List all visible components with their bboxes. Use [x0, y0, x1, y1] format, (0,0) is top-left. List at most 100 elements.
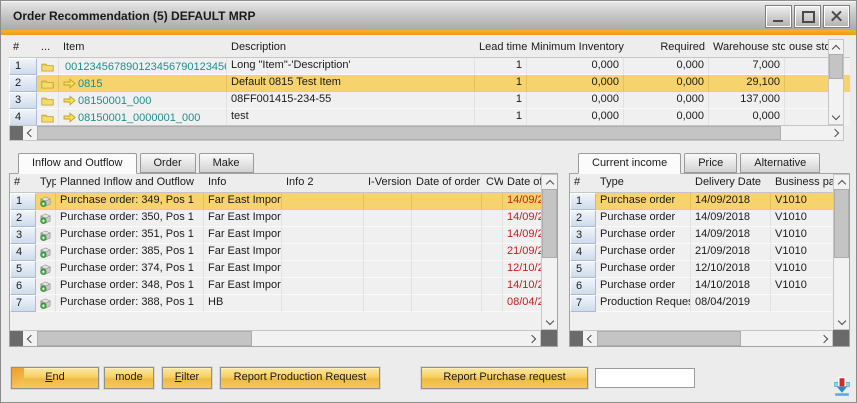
row-number-cell[interactable]: 4 [9, 109, 37, 126]
col-planned-inflow-outflow[interactable]: Planned Inflow and Outflow [56, 174, 204, 192]
col-warehouse-stock[interactable]: Warehouse stock [709, 39, 785, 57]
col-info[interactable]: Info [204, 174, 282, 192]
report-purchase-request-button[interactable]: Report Purchase request [421, 367, 588, 389]
row-number-cell[interactable]: 5 [10, 261, 36, 278]
scroll-right-arrow[interactable] [526, 331, 540, 346]
folder-icon[interactable] [41, 78, 54, 90]
table-row[interactable]: 1 0012345678901234567901234567901234 Lon… [9, 58, 850, 75]
scroll-right-arrow[interactable] [818, 331, 832, 346]
row-number-cell[interactable]: 1 [9, 58, 37, 75]
row-number-cell[interactable]: 1 [10, 193, 36, 210]
col-type[interactable]: Typ [36, 174, 56, 192]
row-number-cell[interactable]: 2 [570, 210, 596, 227]
scroll-up-arrow[interactable] [829, 40, 843, 54]
col-i-version[interactable]: I-Version [364, 174, 412, 192]
scroll-up-arrow[interactable] [542, 175, 557, 189]
col-type[interactable]: Type [596, 174, 691, 192]
inflow-row[interactable]: 6 Purchase order: 348, Pos 1 Far East Im… [10, 278, 557, 295]
income-row[interactable]: 3 Purchase order 14/09/2018 V1010 [570, 227, 849, 244]
filter-button[interactable]: Filter [162, 367, 212, 389]
row-number-cell[interactable]: 4 [10, 244, 36, 261]
folder-icon[interactable] [41, 95, 54, 107]
close-button[interactable] [824, 6, 849, 27]
split-handle[interactable] [570, 331, 583, 346]
tab-make[interactable]: Make [199, 153, 254, 173]
col-row-number[interactable]: # [9, 39, 37, 57]
col-description[interactable]: Description [227, 39, 475, 57]
folder-icon[interactable] [41, 61, 54, 73]
scroll-down-arrow[interactable] [829, 110, 843, 124]
income-row[interactable]: 2 Purchase order 14/09/2018 V1010 [570, 210, 849, 227]
tab-order[interactable]: Order [140, 153, 196, 173]
scroll-left-arrow[interactable] [23, 331, 37, 346]
col-business-partner[interactable]: Business par [771, 174, 833, 192]
report-production-request-button[interactable]: Report Production Request [220, 367, 380, 389]
col-warehouse-stock-clipped[interactable]: ouse stoc [785, 39, 828, 57]
split-handle[interactable] [10, 126, 23, 140]
row-number-cell[interactable]: 3 [9, 92, 37, 109]
row-number-cell[interactable]: 2 [9, 75, 37, 92]
inflow-row[interactable]: 4 Purchase order: 385, Pos 1 Far East Im… [10, 244, 557, 261]
scroll-thumb[interactable] [829, 54, 843, 79]
income-row-selected[interactable]: 1 Purchase order 14/09/2018 V1010 [570, 193, 849, 210]
link-arrow-icon[interactable] [63, 95, 76, 106]
row-number-cell[interactable]: 5 [570, 261, 596, 278]
col-item[interactable]: Item [59, 39, 227, 57]
col-cw[interactable]: CW [482, 174, 503, 192]
footer-text-input[interactable] [595, 368, 695, 388]
inflow-row[interactable]: 3 Purchase order: 351, Pos 1 Far East Im… [10, 227, 557, 244]
inflow-row-selected[interactable]: 1 Purchase order: 349, Pos 1 Far East Im… [10, 193, 557, 210]
scroll-left-arrow[interactable] [583, 331, 597, 346]
scroll-thumb[interactable] [834, 189, 849, 258]
row-number-cell[interactable]: 7 [10, 295, 36, 312]
table-row[interactable]: 3 08150001_000 08FF001415-234-55 1 0,000… [9, 92, 850, 109]
table-row[interactable]: 4 08150001_0000001_000 test 1 0,000 0,00… [9, 109, 850, 126]
item-code[interactable]: 0012345678901234567901234567901234 [65, 61, 227, 73]
col-row-number[interactable]: # [570, 174, 596, 192]
split-handle[interactable] [10, 331, 23, 346]
row-number-cell[interactable]: 7 [570, 295, 596, 312]
scroll-thumb[interactable] [37, 126, 781, 140]
folder-icon[interactable] [41, 112, 54, 124]
row-number-cell[interactable]: 6 [10, 278, 36, 295]
tab-current-income[interactable]: Current income [578, 153, 681, 174]
income-row[interactable]: 7 Production Request 08/04/2019 [570, 295, 849, 312]
inflow-row[interactable]: 2 Purchase order: 350, Pos 1 Far East Im… [10, 210, 557, 227]
income-row[interactable]: 6 Purchase order 14/10/2018 V1010 [570, 278, 849, 295]
col-info2[interactable]: Info 2 [282, 174, 364, 192]
item-code[interactable]: 08150001_000 [78, 95, 151, 107]
scroll-thumb[interactable] [37, 331, 252, 346]
income-row[interactable]: 4 Purchase order 21/09/2018 V1010 [570, 244, 849, 261]
row-number-cell[interactable]: 6 [570, 278, 596, 295]
scroll-left-arrow[interactable] [23, 126, 37, 140]
scroll-up-arrow[interactable] [834, 175, 849, 189]
scroll-right-arrow[interactable] [829, 126, 843, 140]
minimize-button[interactable] [766, 6, 791, 27]
col-date-of[interactable]: Date of [503, 174, 541, 192]
col-row-number[interactable]: # [10, 174, 36, 192]
title-bar[interactable]: Order Recommendation (5) DEFAULT MRP [1, 1, 856, 30]
link-arrow-icon[interactable] [63, 112, 76, 123]
col-lead-time[interactable]: Lead time [475, 39, 527, 57]
col-delivery-date[interactable]: Delivery Date [691, 174, 771, 192]
col-required[interactable]: Required [624, 39, 709, 57]
dock-down-icon[interactable] [833, 376, 851, 398]
scroll-down-arrow[interactable] [542, 315, 557, 329]
scroll-thumb[interactable] [542, 189, 557, 258]
end-button[interactable]: End [11, 367, 99, 389]
col-date-of-order[interactable]: Date of order [412, 174, 482, 192]
scroll-down-arrow[interactable] [834, 315, 849, 329]
tab-price[interactable]: Price [684, 153, 737, 173]
row-number-cell[interactable]: 2 [10, 210, 36, 227]
item-code[interactable]: 08150001_0000001_000 [78, 112, 200, 124]
tab-alternative[interactable]: Alternative [740, 153, 820, 173]
maximize-button[interactable] [795, 6, 820, 27]
item-code[interactable]: 0815 [78, 78, 102, 90]
row-number-cell[interactable]: 4 [570, 244, 596, 261]
row-number-cell[interactable]: 3 [10, 227, 36, 244]
row-number-cell[interactable]: 3 [570, 227, 596, 244]
table-row-selected[interactable]: 2 0815 Default 0815 Test Item 1 0,000 0,… [9, 75, 850, 92]
col-dots[interactable]: ... [37, 39, 59, 57]
col-minimum-inventory[interactable]: Minimum Inventory [527, 39, 624, 57]
row-number-cell[interactable]: 1 [570, 193, 596, 210]
